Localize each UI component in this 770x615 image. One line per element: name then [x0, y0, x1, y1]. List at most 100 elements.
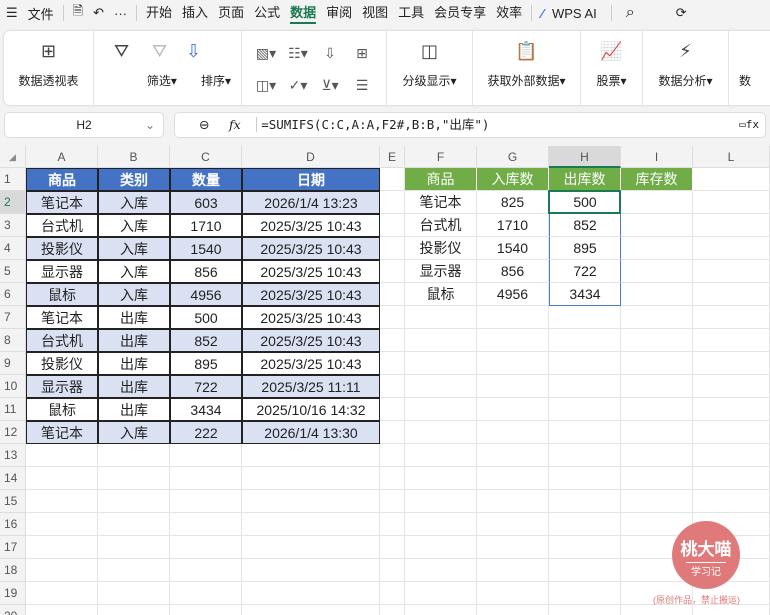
table2-cell[interactable]: 856 [477, 260, 549, 283]
row-header-15[interactable]: 15 [0, 490, 26, 513]
cell[interactable] [621, 191, 693, 214]
cell[interactable] [170, 536, 242, 559]
menu-file[interactable]: 文件 [28, 4, 54, 23]
spill-cell[interactable]: 895 [549, 237, 621, 260]
table1-cell[interactable]: 603 [170, 191, 242, 214]
row-header-19[interactable]: 19 [0, 582, 26, 605]
table1-header[interactable]: 数量 [170, 168, 242, 191]
cell[interactable] [405, 375, 477, 398]
more-ribbon-button[interactable]: 数 [729, 31, 761, 105]
cell[interactable] [549, 352, 621, 375]
cell[interactable] [549, 513, 621, 536]
cell[interactable] [405, 398, 477, 421]
row-header-12[interactable]: 12 [0, 421, 26, 444]
cell[interactable] [477, 398, 549, 421]
table1-cell[interactable]: 入库 [98, 421, 170, 444]
cell[interactable] [693, 467, 770, 490]
table2-header[interactable]: 出库数 [549, 168, 621, 191]
table1-cell[interactable]: 2026/1/4 13:30 [242, 421, 380, 444]
tab-9[interactable]: 效率 [496, 2, 522, 24]
pivot-table-button[interactable]: ⊞ 数据透视表 [4, 31, 94, 105]
cell[interactable] [621, 398, 693, 421]
cell[interactable] [98, 467, 170, 490]
cell[interactable] [693, 421, 770, 444]
cell[interactable] [549, 536, 621, 559]
cell[interactable] [405, 421, 477, 444]
row-header-8[interactable]: 8 [0, 329, 26, 352]
sync-icon[interactable]: ⟳ [676, 5, 687, 21]
data-analysis-button[interactable]: ⚡ 数据分析▾ [643, 31, 729, 105]
fill-icon[interactable]: ◫▾ [256, 77, 276, 94]
cell[interactable] [693, 306, 770, 329]
table1-cell[interactable]: 2025/3/25 10:43 [242, 306, 380, 329]
table1-cell[interactable]: 入库 [98, 214, 170, 237]
cell[interactable] [242, 582, 380, 605]
cell[interactable] [549, 306, 621, 329]
table1-cell[interactable]: 台式机 [26, 329, 98, 352]
cell[interactable] [380, 329, 405, 352]
cell[interactable] [693, 398, 770, 421]
cell[interactable] [380, 490, 405, 513]
cell[interactable] [405, 559, 477, 582]
cell[interactable] [477, 559, 549, 582]
cell[interactable] [693, 191, 770, 214]
table1-cell[interactable]: 3434 [170, 398, 242, 421]
cell[interactable] [170, 513, 242, 536]
cell[interactable] [477, 536, 549, 559]
cell[interactable] [405, 306, 477, 329]
table1-cell[interactable]: 出库 [98, 375, 170, 398]
cell[interactable] [380, 513, 405, 536]
cell[interactable] [405, 352, 477, 375]
cell[interactable] [98, 490, 170, 513]
cell[interactable] [693, 352, 770, 375]
cell[interactable] [693, 260, 770, 283]
cell[interactable] [693, 214, 770, 237]
cell[interactable] [405, 467, 477, 490]
table1-cell[interactable]: 出库 [98, 398, 170, 421]
consolidate-icon[interactable]: ⊞ [356, 45, 368, 62]
cell[interactable] [170, 444, 242, 467]
menu-icon[interactable]: ☰ [6, 5, 18, 21]
cell[interactable] [405, 490, 477, 513]
more-icon[interactable]: ··· [114, 6, 127, 21]
tab-4[interactable]: 数据 [290, 2, 317, 24]
column-header-I[interactable]: I [621, 146, 693, 168]
cell[interactable] [477, 421, 549, 444]
row-header-10[interactable]: 10 [0, 375, 26, 398]
cell[interactable] [549, 605, 621, 615]
cell[interactable] [380, 352, 405, 375]
tab-2[interactable]: 页面 [218, 2, 244, 24]
table1-cell[interactable]: 笔记本 [26, 306, 98, 329]
table1-cell[interactable]: 显示器 [26, 375, 98, 398]
column-header-C[interactable]: C [170, 146, 242, 168]
table2-cell[interactable]: 投影仪 [405, 237, 477, 260]
undo-icon[interactable]: ↶ [93, 5, 104, 21]
cell[interactable] [621, 605, 693, 615]
row-header-17[interactable]: 17 [0, 536, 26, 559]
table1-cell[interactable]: 入库 [98, 260, 170, 283]
cell[interactable] [693, 375, 770, 398]
cell[interactable] [380, 467, 405, 490]
tab-6[interactable]: 视图 [362, 2, 388, 24]
cell[interactable] [405, 536, 477, 559]
cell[interactable] [26, 513, 98, 536]
cell[interactable] [477, 352, 549, 375]
outline-button[interactable]: ◫ 分级显示▾ [387, 31, 473, 105]
table1-cell[interactable]: 2025/10/16 14:32 [242, 398, 380, 421]
cell[interactable] [380, 375, 405, 398]
table1-cell[interactable]: 4956 [170, 283, 242, 306]
cell[interactable] [26, 605, 98, 615]
cell[interactable] [621, 352, 693, 375]
row-header-3[interactable]: 3 [0, 214, 26, 237]
column-header-A[interactable]: A [26, 146, 98, 168]
table1-cell[interactable]: 895 [170, 352, 242, 375]
cell[interactable] [621, 260, 693, 283]
cell[interactable] [380, 283, 405, 306]
table1-cell[interactable]: 852 [170, 329, 242, 352]
row-header-20[interactable]: 20 [0, 605, 26, 615]
cell[interactable] [170, 559, 242, 582]
table2-header[interactable]: 库存数 [621, 168, 693, 191]
cell[interactable] [98, 444, 170, 467]
cell[interactable] [549, 559, 621, 582]
cell[interactable] [380, 237, 405, 260]
